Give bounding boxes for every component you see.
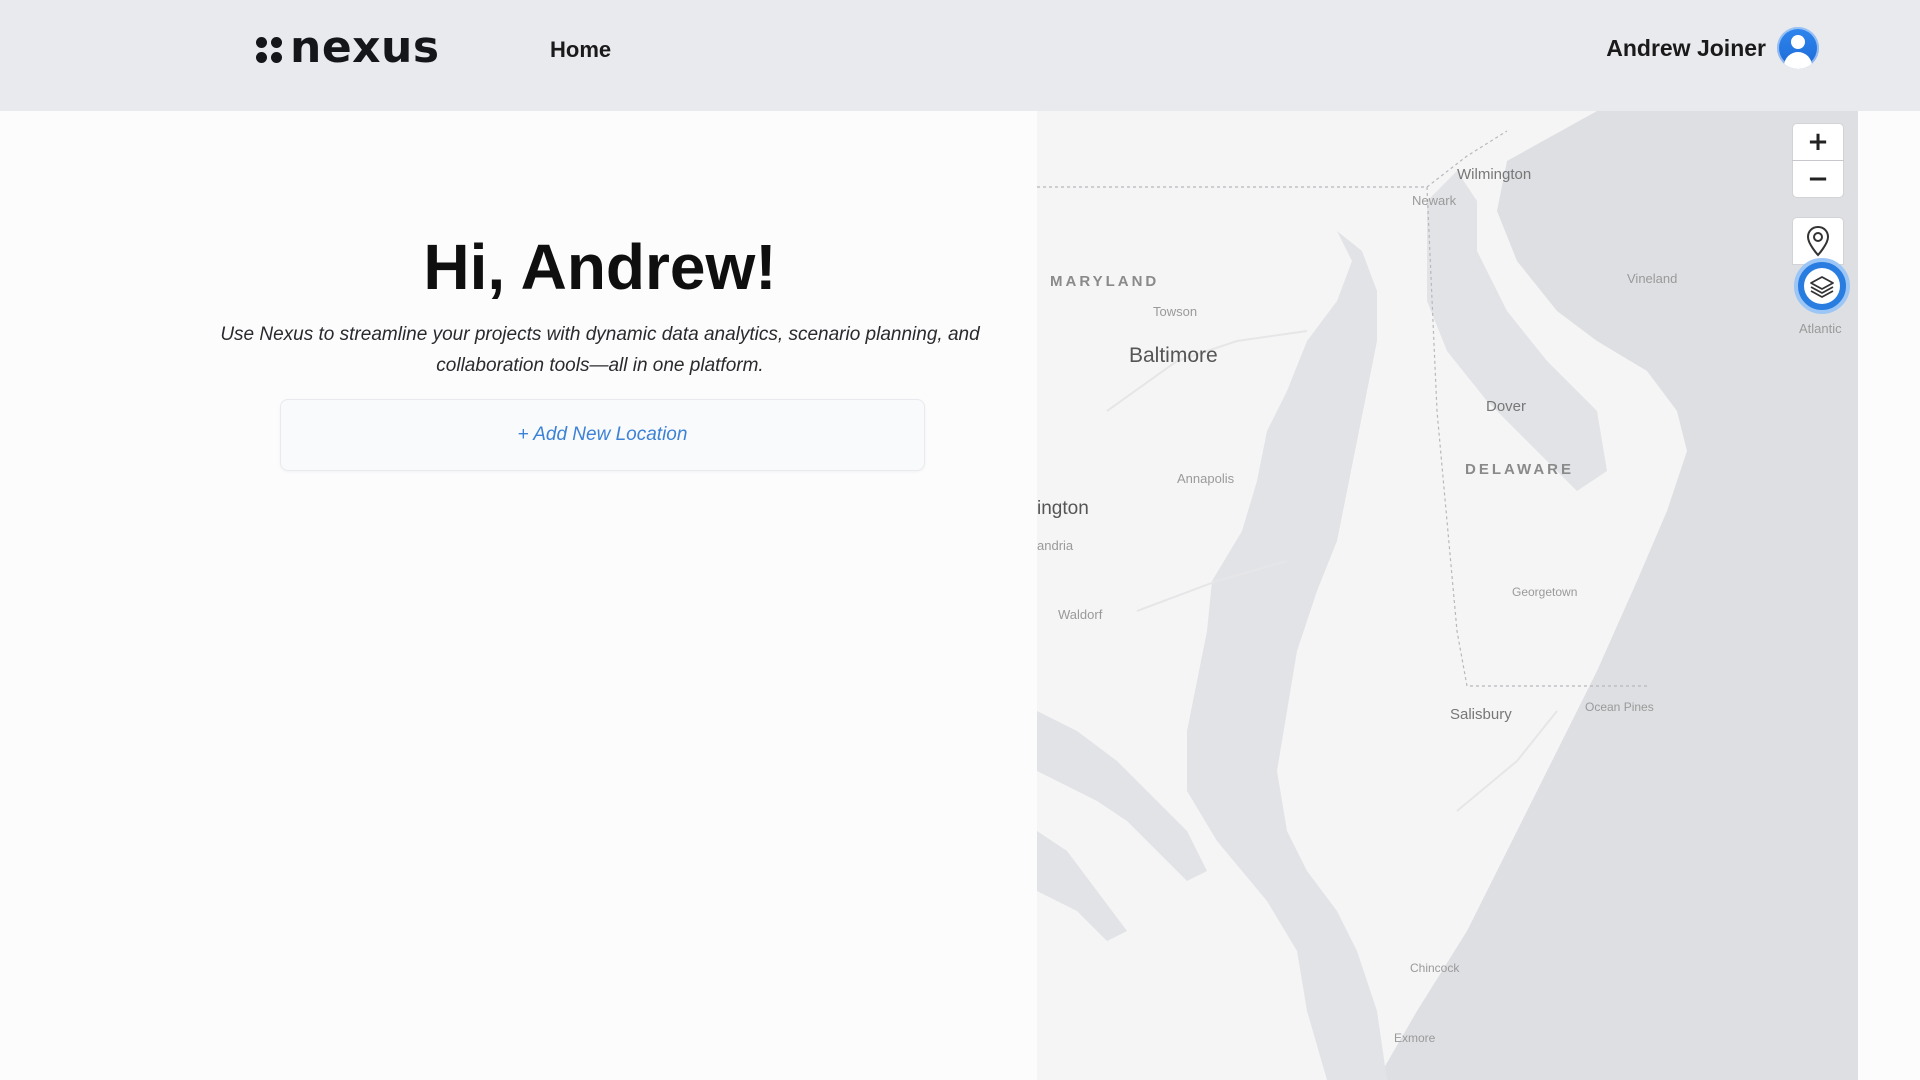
logo-text: nexus [290, 22, 440, 73]
map-label-ocean-pines: Ocean Pines [1585, 700, 1654, 714]
user-avatar-icon[interactable] [1777, 27, 1819, 69]
nav-link-home[interactable]: Home [550, 37, 611, 63]
add-new-location-label: + Add New Location [517, 424, 688, 445]
map-layers-button[interactable] [1794, 258, 1850, 314]
add-new-location-button[interactable]: + Add New Location [280, 399, 925, 471]
nexus-logo[interactable]: nexus [256, 26, 440, 70]
map-label-waldorf: Waldorf [1058, 607, 1103, 622]
welcome-subtitle: Use Nexus to streamline your projects wi… [220, 324, 980, 376]
map-label-exmore: Exmore [1394, 1031, 1436, 1045]
page-title: Hi, Andrew! [423, 231, 777, 303]
map-label-annapolis: Annapolis [1177, 471, 1235, 486]
logo-dots-icon [256, 37, 282, 63]
map-label-vineland: Vineland [1627, 271, 1678, 286]
map-label-baltimore: Baltimore [1129, 344, 1218, 367]
map-view[interactable]: Wilmington Newark Vineland MARYLAND Tows… [1037, 111, 1858, 1080]
map-label-wilmington: Wilmington [1457, 166, 1532, 183]
map-label-salisbury: Salisbury [1450, 706, 1512, 723]
map-label-maryland: MARYLAND [1050, 273, 1160, 290]
layers-icon [1810, 276, 1834, 298]
map-label-atlantic: Atlantic [1799, 321, 1842, 336]
welcome-panel: Hi, Andrew! Use Nexus to streamline your… [0, 111, 1037, 1080]
location-pin-button[interactable] [1793, 218, 1843, 264]
map-label-dover: Dover [1486, 398, 1527, 415]
map-pin-icon [1806, 225, 1830, 257]
user-name: Andrew Joiner [1606, 34, 1766, 61]
zoom-out-button[interactable]: − [1793, 161, 1843, 197]
user-menu[interactable]: Andrew Joiner [1606, 27, 1819, 69]
map-label-delaware: DELAWARE [1465, 461, 1575, 478]
map-label-georgetown: Georgetown [1512, 585, 1578, 599]
zoom-in-button[interactable]: + [1793, 124, 1843, 160]
map-base-layer [1037, 111, 1858, 1080]
map-label-alexandria: andria [1037, 538, 1074, 553]
map-label-chincoteague: Chincock [1410, 961, 1460, 975]
map-label-towson: Towson [1153, 304, 1198, 319]
top-nav-bar: nexus Home Andrew Joiner [0, 0, 1920, 111]
map-label-washington: ington [1037, 498, 1089, 519]
map-label-newark: Newark [1412, 193, 1457, 208]
